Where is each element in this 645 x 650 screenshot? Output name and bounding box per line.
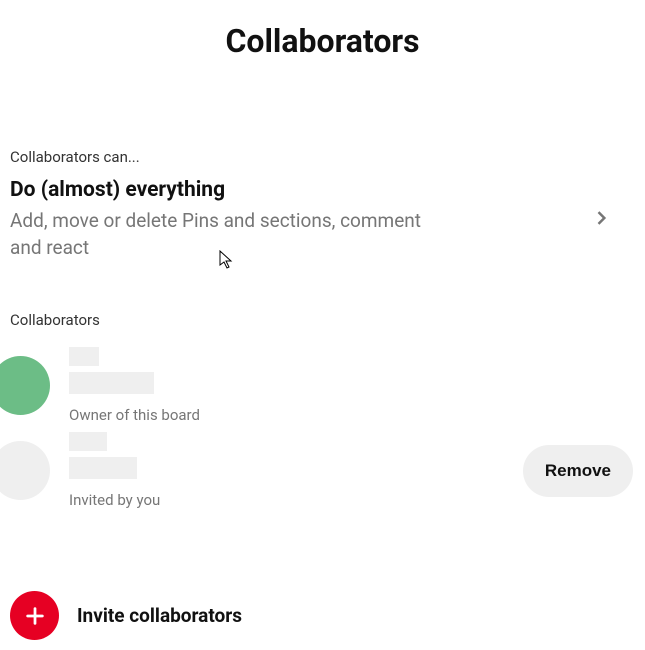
- redacted-name: [69, 372, 154, 394]
- collaborators-list: Owner of this board Invited by you Remov…: [0, 343, 645, 513]
- invite-label: Invite collaborators: [77, 604, 242, 627]
- avatar: [0, 356, 50, 415]
- avatar: [0, 441, 50, 500]
- permission-title: Do (almost) everything: [10, 178, 430, 202]
- permission-description: Add, move or delete Pins and sections, c…: [10, 208, 430, 261]
- collaborator-row: Invited by you Remove: [0, 428, 645, 513]
- chevron-right-icon: [591, 208, 611, 232]
- remove-button[interactable]: Remove: [523, 445, 633, 497]
- collaborator-subtext: Owner of this board: [69, 406, 635, 424]
- permissions-section-label: Collaborators can...: [10, 148, 635, 166]
- redacted-name: [69, 457, 137, 479]
- plus-icon: [10, 591, 59, 640]
- page-title: Collaborators: [0, 0, 645, 70]
- permission-level-row[interactable]: Do (almost) everything Add, move or dele…: [10, 178, 635, 261]
- collaborator-subtext: Invited by you: [69, 491, 523, 509]
- collaborators-section-label: Collaborators: [0, 311, 645, 329]
- collaborator-row: Owner of this board: [0, 343, 645, 428]
- redacted-name: [69, 347, 99, 366]
- invite-collaborators-row[interactable]: Invite collaborators: [0, 591, 645, 640]
- redacted-name: [69, 432, 107, 451]
